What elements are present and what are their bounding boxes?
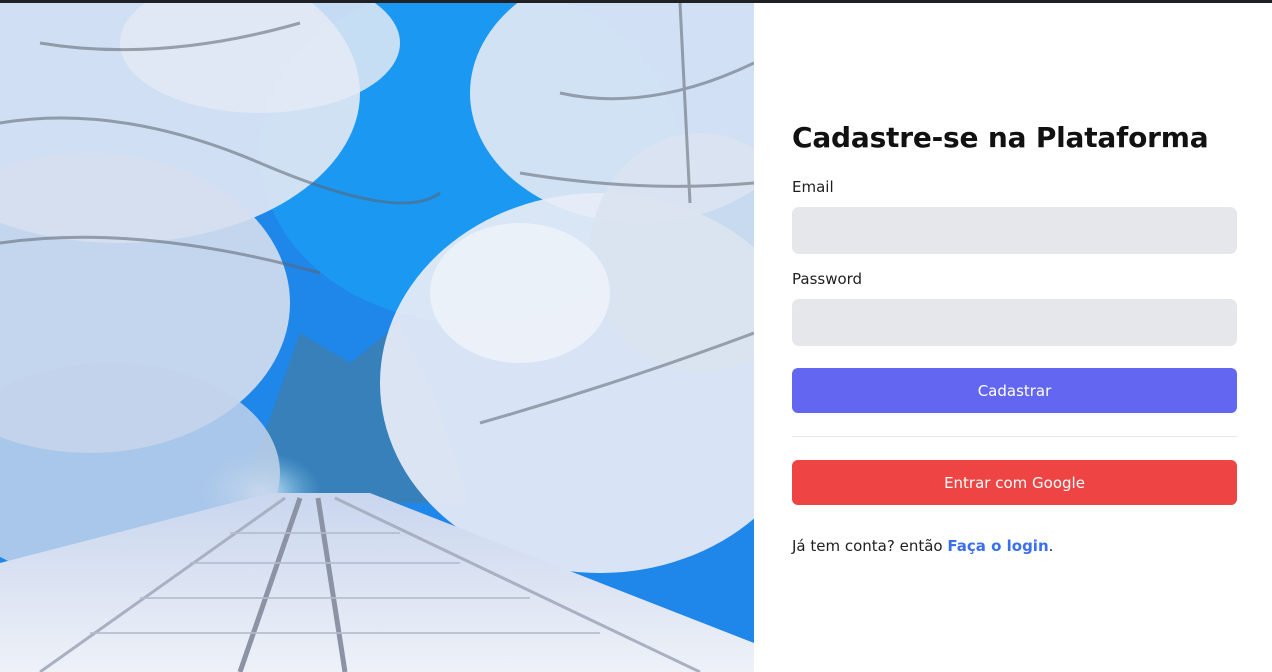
login-prompt-period: .	[1048, 537, 1054, 555]
password-label: Password	[792, 270, 863, 288]
login-prompt: Já tem conta? então Faça o login.	[792, 537, 1053, 555]
login-link[interactable]: Faça o login	[947, 537, 1048, 555]
window-top-bar	[0, 0, 1272, 3]
divider	[792, 436, 1237, 437]
login-prompt-text: Já tem conta? então	[792, 537, 948, 555]
winter-railway-image	[0, 3, 754, 672]
google-login-button[interactable]: Entrar com Google	[792, 460, 1237, 505]
page-title: Cadastre-se na Plataforma	[792, 121, 1209, 154]
signup-panel: Cadastre-se na Plataforma Email Password…	[754, 3, 1272, 672]
email-label: Email	[792, 178, 834, 196]
email-field[interactable]	[792, 207, 1237, 254]
password-field[interactable]	[792, 299, 1237, 346]
signup-button[interactable]: Cadastrar	[792, 368, 1237, 413]
